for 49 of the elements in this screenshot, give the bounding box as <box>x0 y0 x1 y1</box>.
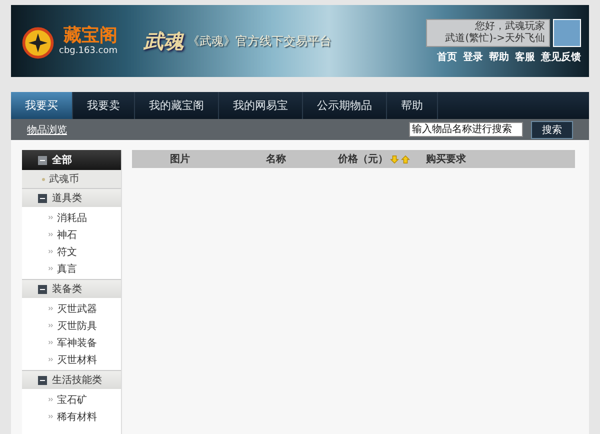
double-chevron-icon <box>48 357 54 362</box>
sidebar-category[interactable]: 生活技能类 <box>22 370 121 389</box>
sidebar-subitem[interactable]: 神石 <box>22 226 121 243</box>
sidebar-subitem[interactable]: 灭世防具 <box>22 317 121 334</box>
bullet-icon <box>42 178 45 180</box>
header-link[interactable]: 帮助 <box>489 50 509 64</box>
double-chevron-icon <box>48 232 54 237</box>
sidebar-subitem[interactable]: 符文 <box>22 243 121 260</box>
sidebar-subitem[interactable]: 军神装备 <box>22 334 121 351</box>
nav-tab[interactable]: 我要买 <box>11 92 73 119</box>
double-chevron-icon <box>48 414 54 419</box>
game-logo: 武魂 <box>144 28 184 54</box>
search-field[interactable]: 输入物品名称进行搜索 <box>409 122 523 137</box>
sort-down-icon[interactable] <box>390 154 399 164</box>
collapse-icon <box>38 156 47 164</box>
slogan: 《武魂》官方线下交易平台 <box>188 32 332 50</box>
sidebar-subitem[interactable]: 灭世材料 <box>22 351 121 368</box>
breadcrumb-link[interactable]: 物品浏览 <box>27 122 67 136</box>
search-button[interactable]: 搜索 <box>531 120 573 138</box>
double-chevron-icon <box>48 340 54 345</box>
logo-url: cbg.163.com <box>59 46 118 56</box>
column-header: 购买要求 <box>426 152 466 166</box>
sidebar-subitem[interactable]: 真言 <box>22 260 121 277</box>
sidebar-subitem[interactable]: 灭世武器 <box>22 300 121 317</box>
server-text: 武道(繁忙)->天外飞仙 <box>445 32 545 44</box>
column-header: 价格（元） <box>338 152 388 166</box>
logo-text: 藏宝阁 <box>64 26 118 46</box>
header-link[interactable]: 客服 <box>515 50 535 64</box>
sidebar-category[interactable]: 道具类 <box>22 188 121 207</box>
sidebar-subitem[interactable]: 消耗品 <box>22 209 121 226</box>
sidebar-subitem[interactable]: 稀有材料 <box>22 408 121 425</box>
column-header: 名称 <box>266 152 286 166</box>
sort-up-icon[interactable] <box>401 154 410 164</box>
sidebar-header[interactable]: 全部 <box>22 150 121 170</box>
sidebar-subitem[interactable]: 宝石矿 <box>22 391 121 408</box>
sidebar-item[interactable]: 武魂币 <box>22 170 121 188</box>
double-chevron-icon <box>48 249 54 254</box>
column-header: 图片 <box>170 152 190 166</box>
double-chevron-icon <box>48 397 54 402</box>
header-link[interactable]: 登录 <box>463 50 483 64</box>
double-chevron-icon <box>48 323 54 328</box>
greeting-text: 您好，武魂玩家 <box>475 20 545 32</box>
header-link[interactable]: 意见反馈 <box>541 50 581 64</box>
double-chevron-icon <box>48 266 54 271</box>
sidebar-category[interactable]: 装备类 <box>22 279 121 298</box>
double-chevron-icon <box>48 215 54 220</box>
game-avatar-placeholder <box>553 18 581 46</box>
header-link[interactable]: 首页 <box>437 50 457 64</box>
double-chevron-icon <box>48 306 54 311</box>
